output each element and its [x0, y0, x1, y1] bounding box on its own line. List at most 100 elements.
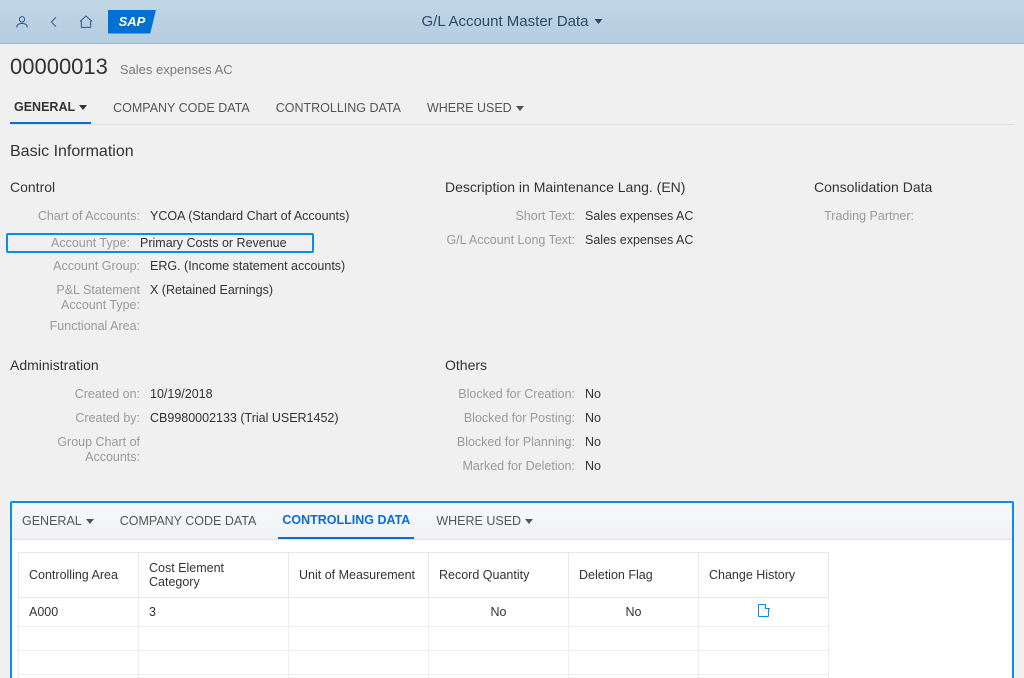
others-title: Others — [445, 357, 814, 373]
cell-change-history[interactable] — [699, 598, 829, 627]
detail-tab-controlling-data[interactable]: CONTROLLING DATA — [278, 503, 414, 539]
pl-statement-row: P&L StatementAccount Type: X (Retained E… — [10, 283, 445, 313]
page-title[interactable]: G/L Account Master Data — [421, 13, 602, 30]
form-grid-lower: Administration Created on: 10/19/2018 Cr… — [10, 347, 1014, 483]
th-cost-element-category[interactable]: Cost Element Category — [139, 553, 289, 598]
back-icon[interactable] — [40, 8, 68, 36]
table-row — [19, 627, 829, 651]
sap-logo: SAP — [108, 10, 156, 34]
description-block: Description in Maintenance Lang. (EN) Sh… — [445, 179, 814, 343]
consolidation-block: Consolidation Data Trading Partner: — [814, 179, 1014, 343]
group-chart-label: Group Chart ofAccounts: — [10, 435, 140, 465]
marked-deletion-value: No — [575, 459, 601, 477]
blocked-posting-row: Blocked for Posting: No — [445, 411, 814, 429]
object-header: 00000013 Sales expenses AC — [10, 54, 1014, 80]
tab-general[interactable]: GENERAL — [10, 94, 91, 124]
sap-header: SAP G/L Account Master Data — [0, 0, 1024, 44]
short-text-row: Short Text: Sales expenses AC — [445, 209, 814, 227]
short-text-label: Short Text: — [445, 209, 575, 227]
cell-controlling-area: A000 — [19, 598, 139, 627]
trading-partner-row: Trading Partner: — [814, 209, 1014, 227]
tab-label: GENERAL — [22, 514, 82, 528]
tab-label: CONTROLLING DATA — [276, 101, 401, 115]
account-type-highlight: Account Type: Primary Costs or Revenue — [6, 233, 314, 253]
th-change-history[interactable]: Change History — [699, 553, 829, 598]
short-text-value: Sales expenses AC — [575, 209, 693, 227]
created-on-row: Created on: 10/19/2018 — [10, 387, 445, 405]
tab-label: COMPANY CODE DATA — [120, 514, 257, 528]
user-icon[interactable] — [8, 8, 36, 36]
marked-deletion-label: Marked for Deletion: — [445, 459, 575, 477]
control-block: Control Chart of Accounts: YCOA (Standar… — [10, 179, 445, 343]
th-record-quantity[interactable]: Record Quantity — [429, 553, 569, 598]
marked-deletion-row: Marked for Deletion: No — [445, 459, 814, 477]
long-text-value: Sales expenses AC — [575, 233, 693, 251]
blocked-posting-label: Blocked for Posting: — [445, 411, 575, 429]
created-by-row: Created by: CB9980002133 (Trial USER1452… — [10, 411, 445, 429]
trading-partner-label: Trading Partner: — [814, 209, 914, 227]
administration-block: Administration Created on: 10/19/2018 Cr… — [10, 357, 445, 483]
chevron-down-icon — [525, 519, 533, 524]
table-row[interactable]: A000 3 No No — [19, 598, 829, 627]
tab-label: GENERAL — [14, 100, 75, 114]
description-title: Description in Maintenance Lang. (EN) — [445, 179, 814, 195]
home-icon[interactable] — [72, 8, 100, 36]
blocked-planning-row: Blocked for Planning: No — [445, 435, 814, 453]
table-header-row: Controlling Area Cost Element Category U… — [19, 553, 829, 598]
basic-information-title: Basic Information — [10, 143, 1014, 161]
cell-cost-element-category: 3 — [139, 598, 289, 627]
functional-area-label: Functional Area: — [10, 319, 140, 337]
consolidation-title: Consolidation Data — [814, 179, 1014, 195]
group-chart-value — [140, 435, 150, 465]
account-group-value: ERG. (Income statement accounts) — [140, 259, 345, 277]
tab-controlling-data[interactable]: CONTROLLING DATA — [272, 94, 405, 124]
blocked-posting-value: No — [575, 411, 601, 429]
blocked-creation-value: No — [575, 387, 601, 405]
long-text-row: G/L Account Long Text: Sales expenses AC — [445, 233, 814, 251]
created-by-label: Created by: — [10, 411, 140, 429]
functional-area-value — [140, 319, 150, 337]
cell-deletion-flag: No — [569, 598, 699, 627]
detail-tabs: GENERAL COMPANY CODE DATA CONTROLLING DA… — [12, 503, 1012, 540]
trading-partner-value — [914, 209, 924, 227]
tab-where-used[interactable]: WHERE USED — [423, 94, 528, 124]
created-on-value: 10/19/2018 — [140, 387, 213, 405]
detail-tab-where-used[interactable]: WHERE USED — [432, 503, 537, 539]
tab-label: CONTROLLING DATA — [282, 513, 410, 527]
long-text-label: G/L Account Long Text: — [445, 233, 575, 251]
th-deletion-flag[interactable]: Deletion Flag — [569, 553, 699, 598]
cell-record-quantity: No — [429, 598, 569, 627]
detail-tab-general[interactable]: GENERAL — [18, 503, 98, 539]
tab-company-code-data[interactable]: COMPANY CODE DATA — [109, 94, 254, 124]
detail-tab-company-code-data[interactable]: COMPANY CODE DATA — [116, 503, 261, 539]
account-group-label: Account Group: — [10, 259, 140, 277]
table-row — [19, 651, 829, 675]
document-icon[interactable] — [758, 604, 769, 617]
functional-area-row: Functional Area: — [10, 319, 445, 337]
created-by-value: CB9980002133 (Trial USER1452) — [140, 411, 339, 429]
created-on-label: Created on: — [10, 387, 140, 405]
chevron-down-icon — [79, 105, 87, 110]
blocked-creation-label: Blocked for Creation: — [445, 387, 575, 405]
th-unit-of-measurement[interactable]: Unit of Measurement — [289, 553, 429, 598]
administration-title: Administration — [10, 357, 445, 373]
account-type-row: Account Type: Primary Costs or Revenue — [10, 233, 445, 253]
detail-panel: GENERAL COMPANY CODE DATA CONTROLLING DA… — [10, 501, 1014, 678]
chart-of-accounts-value: YCOA (Standard Chart of Accounts) — [140, 209, 349, 227]
others-block: Others Blocked for Creation: No Blocked … — [445, 357, 814, 483]
group-chart-row: Group Chart ofAccounts: — [10, 435, 445, 465]
account-type-value: Primary Costs or Revenue — [130, 236, 287, 250]
control-title: Control — [10, 179, 445, 195]
chevron-down-icon — [86, 519, 94, 524]
account-group-row: Account Group: ERG. (Income statement ac… — [10, 259, 445, 277]
page-content: 00000013 Sales expenses AC GENERAL COMPA… — [0, 44, 1024, 678]
th-controlling-area[interactable]: Controlling Area — [19, 553, 139, 598]
account-type-label: Account Type: — [12, 236, 130, 250]
top-tabs: GENERAL COMPANY CODE DATA CONTROLLING DA… — [10, 94, 1014, 125]
chevron-down-icon — [516, 106, 524, 111]
page-title-text: G/L Account Master Data — [421, 13, 588, 30]
chart-of-accounts-label: Chart of Accounts: — [10, 209, 140, 227]
tab-label: COMPANY CODE DATA — [113, 101, 250, 115]
blocked-creation-row: Blocked for Creation: No — [445, 387, 814, 405]
object-code: 00000013 — [10, 54, 108, 80]
